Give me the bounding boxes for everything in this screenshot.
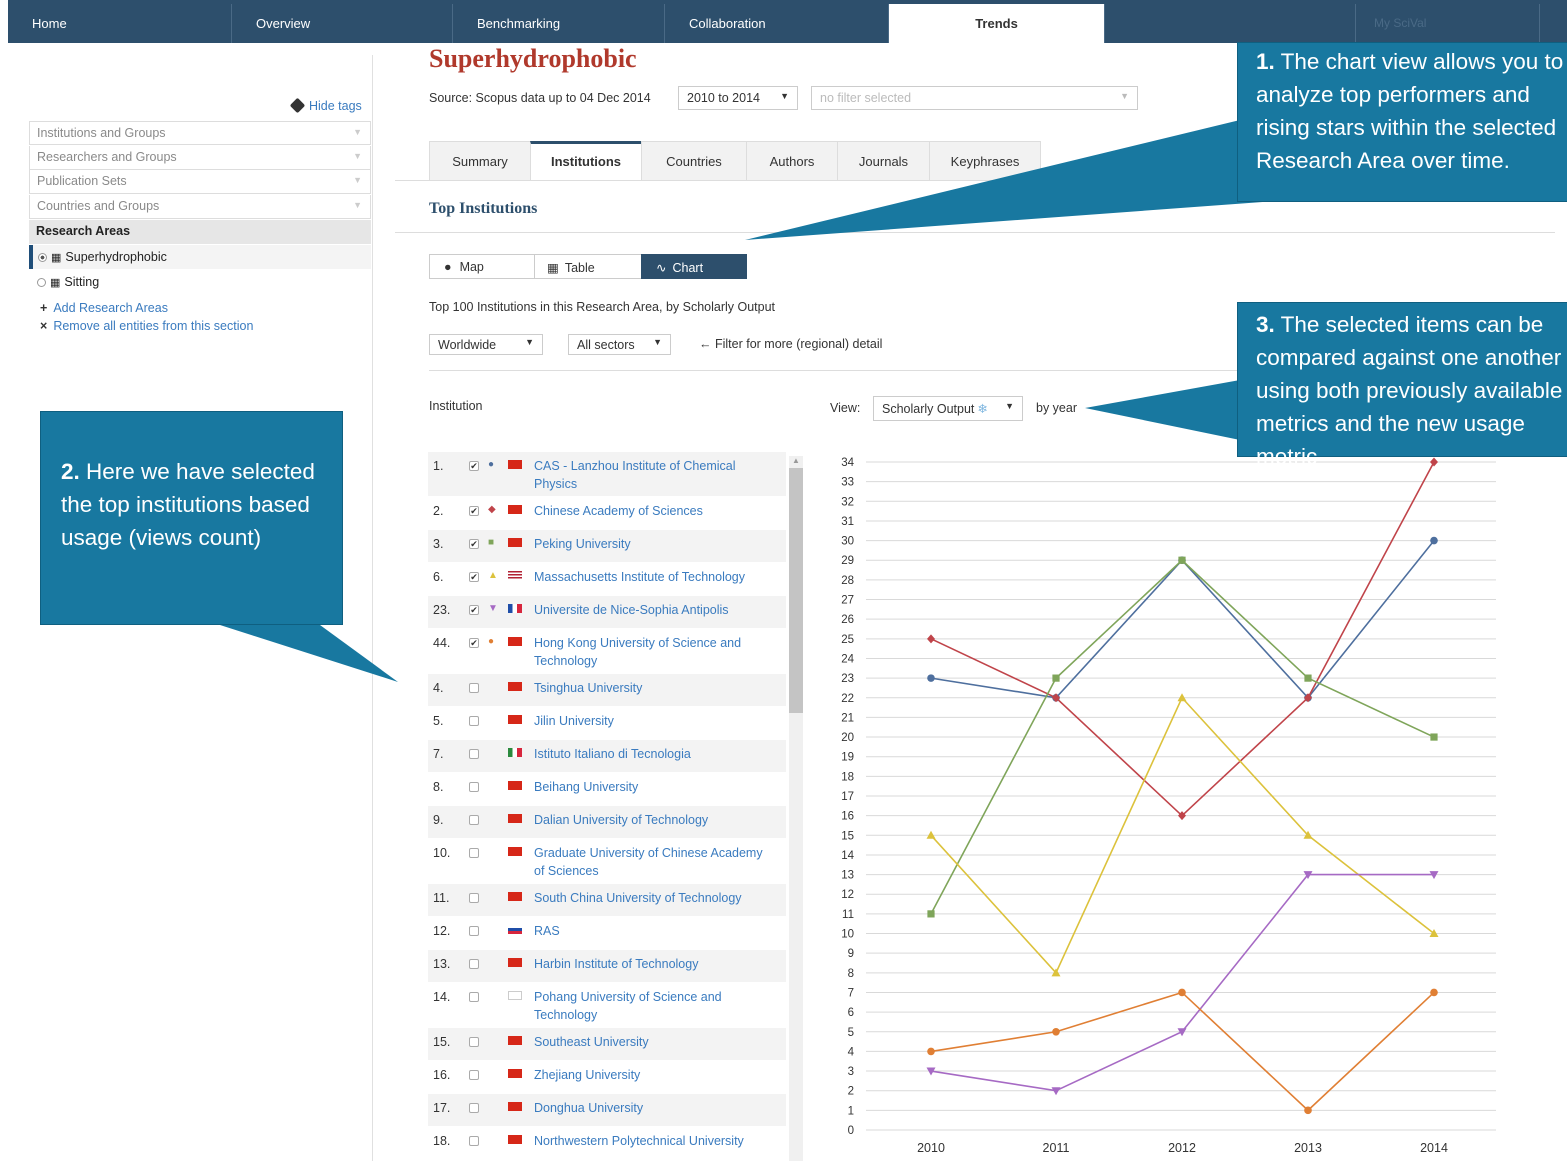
callout-2: 2. Here we have selected the top institu… <box>40 411 343 625</box>
callout-1: 1. The chart view allows you to analyze … <box>1237 42 1567 202</box>
callout-3-number: 3. <box>1256 312 1275 337</box>
callout-2-pointer <box>220 625 398 682</box>
callout-3-pointer <box>1085 380 1240 440</box>
callout-3: 3. The selected items can be compared ag… <box>1237 302 1567 469</box>
callout-2-number: 2. <box>61 459 80 484</box>
callout-1-text: The chart view allows you to analyze top… <box>1256 49 1564 173</box>
callout-3-text: The selected items can be compared again… <box>1256 312 1563 469</box>
callout-2-text: Here we have selected the top institutio… <box>61 459 315 550</box>
callout-1-number: 1. <box>1256 49 1275 74</box>
callout-1-pointer <box>745 120 1290 240</box>
